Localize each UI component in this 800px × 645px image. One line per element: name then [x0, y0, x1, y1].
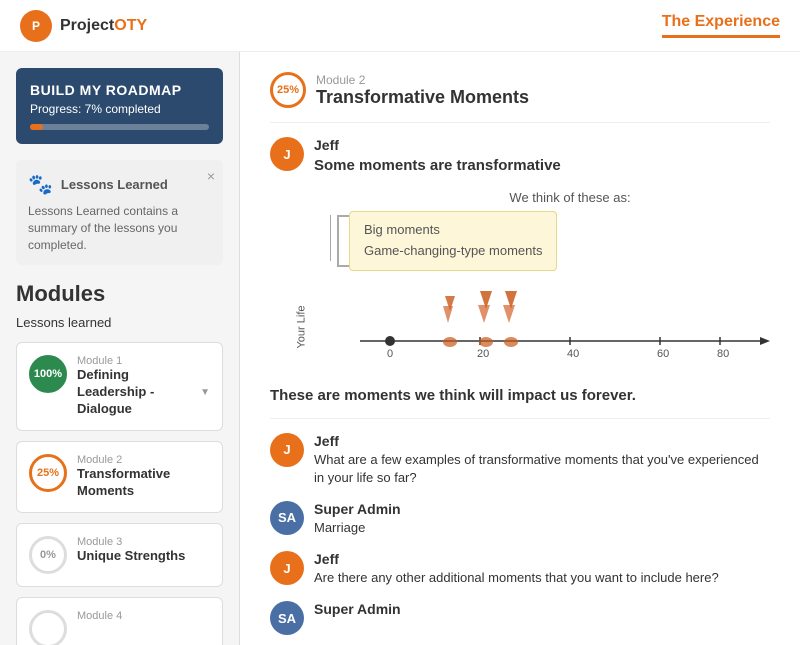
content-area: 25% Module 2 Transformative Moments J Je…: [240, 52, 800, 645]
lessons-card-text: Lessons Learned contains a summary of th…: [28, 203, 211, 253]
divider-1: [270, 122, 770, 123]
avatar-jeff1: J: [270, 137, 304, 171]
message-content-sa2: Super Admin: [314, 601, 770, 619]
module-3-info: Module 3 Unique Strengths: [77, 536, 210, 565]
message-text-jeff3: Are there any other additional moments t…: [314, 569, 770, 587]
y-axis-label: Your Life: [296, 305, 308, 348]
module-card-1[interactable]: 100% Module 1 Defining Leadership - Dial…: [16, 342, 223, 431]
module-1-label: Module 1: [77, 355, 210, 367]
lessons-learned-card: 🐾 Lessons Learned × Lessons Learned cont…: [16, 160, 223, 265]
avatar-jeff2: J: [270, 433, 304, 467]
sidebar: BUILD MY ROADMAP Progress: 7% completed …: [0, 52, 240, 645]
module-card-2[interactable]: 25% Module 2 Transformative Moments: [16, 441, 223, 513]
avatar-sa1: SA: [270, 501, 304, 535]
roadmap-progress-bar-fill: [30, 124, 43, 130]
roadmap-progress-text: Progress: 7% completed: [30, 102, 209, 116]
content-module-header: 25% Module 2 Transformative Moments: [270, 72, 770, 108]
message-content-jeff3: Jeff Are there any other additional mome…: [314, 551, 770, 587]
svg-text:60: 60: [657, 348, 669, 360]
logo-icon: P: [20, 10, 52, 42]
module-3-name: Unique Strengths: [77, 548, 210, 565]
message-sender-jeff3: Jeff: [314, 551, 770, 567]
module-card-3[interactable]: 0% Module 3 Unique Strengths: [16, 523, 223, 587]
message-content-jeff1: Jeff Some moments are transformative: [314, 137, 770, 176]
svg-text:20: 20: [477, 348, 489, 360]
modules-title: Modules: [16, 281, 223, 307]
avatar-sa2: SA: [270, 601, 304, 635]
timeline-chart: 0 20 40 60 80: [330, 281, 780, 371]
roadmap-card[interactable]: BUILD MY ROADMAP Progress: 7% completed: [16, 68, 223, 144]
lessons-card-title: Lessons Learned: [61, 177, 168, 192]
we-think-label: We think of these as:: [370, 190, 770, 205]
chevron-down-icon: ▼: [200, 386, 210, 399]
message-text-jeff2: What are a few examples of transformativ…: [314, 451, 770, 487]
module-card-4[interactable]: Module 4: [16, 597, 223, 645]
message-sender-sa2: Super Admin: [314, 601, 770, 617]
message-jeff3: J Jeff Are there any other additional mo…: [270, 551, 770, 587]
module-3-label: Module 3: [77, 536, 210, 548]
roadmap-title: BUILD MY ROADMAP: [30, 82, 209, 98]
message-jeff1: J Jeff Some moments are transformative: [270, 137, 770, 176]
message-text-sa1: Marriage: [314, 519, 770, 537]
message-content-sa1: Super Admin Marriage: [314, 501, 770, 537]
module-1-name: Defining Leadership - Dialogue ▼: [77, 367, 210, 418]
diagram-section: We think of these as: Big moments Game-c…: [330, 190, 770, 371]
content-module-label: Module 2: [316, 73, 529, 87]
svg-text:80: 80: [717, 348, 729, 360]
content-module-name: Transformative Moments: [316, 87, 529, 108]
message-jeff2: J Jeff What are a few examples of transf…: [270, 433, 770, 487]
module-2-info: Module 2 Transformative Moments: [77, 454, 210, 500]
logo-text: ProjectOTY: [60, 17, 147, 35]
module-4-label: Module 4: [77, 610, 210, 622]
module-3-circle: 0%: [29, 536, 67, 574]
avatar-jeff3: J: [270, 551, 304, 585]
lessons-close-button[interactable]: ×: [207, 168, 215, 184]
module-1-info: Module 1 Defining Leadership - Dialogue …: [77, 355, 210, 418]
message-sender-jeff2: Jeff: [314, 433, 770, 449]
message-sa2: SA Super Admin: [270, 601, 770, 635]
lessons-learned-link[interactable]: Lessons learned: [16, 315, 223, 330]
module-1-circle: 100%: [29, 355, 67, 393]
moments-box: Big moments Game-changing-type moments: [349, 211, 557, 271]
message-text-jeff1: Some moments are transformative: [314, 155, 770, 176]
module-2-label: Module 2: [77, 454, 210, 466]
svg-text:40: 40: [567, 348, 579, 360]
divider-2: [270, 418, 770, 419]
module-4-circle: [29, 610, 67, 645]
module-2-circle: 25%: [29, 454, 67, 492]
message-sender-sa1: Super Admin: [314, 501, 770, 517]
module-2-name: Transformative Moments: [77, 466, 210, 500]
message-content-jeff2: Jeff What are a few examples of transfor…: [314, 433, 770, 487]
svg-text:0: 0: [387, 348, 393, 360]
nav-experience-link[interactable]: The Experience: [662, 13, 780, 38]
module-4-info: Module 4: [77, 610, 210, 622]
content-module-circle: 25%: [270, 72, 306, 108]
message-sa1: SA Super Admin Marriage: [270, 501, 770, 537]
roadmap-progress-bar-bg: [30, 124, 209, 130]
impact-text: These are moments we think will impact u…: [270, 387, 770, 404]
logo: P ProjectOTY: [20, 10, 147, 42]
header: P ProjectOTY The Experience: [0, 0, 800, 52]
message-sender-jeff1: Jeff: [314, 137, 770, 153]
paw-icon: 🐾: [28, 172, 53, 197]
